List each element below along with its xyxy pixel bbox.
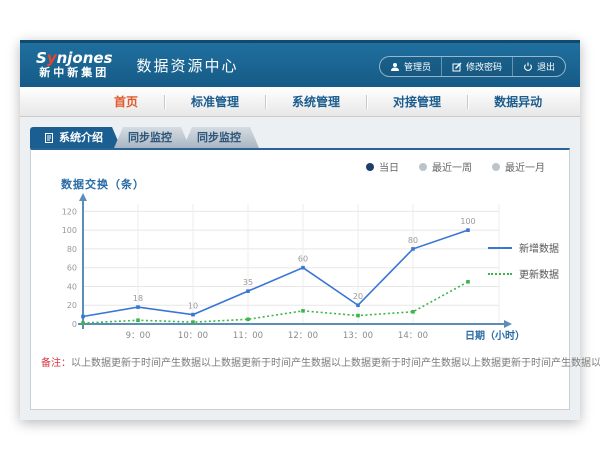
logo-english: Synjones — [36, 50, 113, 67]
company-logo: Synjones 新中新集团 — [36, 50, 113, 80]
nav-item-data-change[interactable]: 数据异动 — [468, 93, 568, 110]
user-menu: 管理员 修改密码 退出 — [379, 56, 566, 77]
svg-text:60: 60 — [67, 264, 77, 273]
svg-text:14：00: 14：00 — [398, 331, 428, 341]
change-password-label: 修改密码 — [466, 60, 502, 73]
main-nav: 首页 标准管理 系统管理 对接管理 数据异动 — [20, 87, 580, 117]
legend-item-new-data: 新增数据 — [488, 240, 559, 255]
svg-text:60: 60 — [298, 255, 308, 264]
svg-text:20: 20 — [353, 292, 363, 301]
blue-solid-line-icon — [488, 247, 512, 249]
chart-legend: 新增数据 更新数据 — [488, 240, 559, 292]
logout-label: 退出 — [537, 60, 555, 73]
user-icon — [390, 62, 400, 72]
svg-text:35: 35 — [243, 278, 253, 287]
filter-last-month[interactable]: 最近一月 — [492, 159, 545, 174]
filter-last-week[interactable]: 最近一周 — [419, 159, 472, 174]
app-header: Synjones 新中新集团 数据资源中心 管理员 修改密码 退出 — [20, 40, 580, 87]
svg-text:20: 20 — [67, 301, 77, 310]
svg-text:80: 80 — [67, 245, 77, 254]
svg-text:40: 40 — [67, 282, 77, 291]
radio-dot-icon — [492, 163, 500, 171]
chart-canvas: 0 20 40 60 80 100 120 9：00 10：00 11：00 12：00 13：00 1… — [47, 192, 529, 362]
tab-sync-monitor-2[interactable]: 同步监控 — [183, 127, 259, 148]
svg-text:120: 120 — [62, 207, 77, 216]
power-icon — [523, 62, 533, 72]
nav-item-home[interactable]: 首页 — [88, 93, 164, 110]
filter-label: 当日 — [379, 159, 399, 174]
nav-item-system-management[interactable]: 系统管理 — [266, 93, 366, 110]
svg-text:80: 80 — [408, 236, 418, 245]
filter-today[interactable]: 当日 — [366, 159, 399, 174]
svg-text:10：00: 10：00 — [178, 331, 208, 341]
svg-text:18: 18 — [133, 294, 143, 303]
filter-label: 最近一月 — [505, 159, 545, 174]
app-window: Synjones 新中新集团 数据资源中心 管理员 修改密码 退出 首页 标准管… — [20, 40, 580, 420]
svg-text:10: 10 — [188, 302, 198, 311]
time-range-filters: 当日 最近一周 最近一月 — [366, 159, 545, 174]
tab-label: 系统介绍 — [59, 127, 103, 148]
legend-label: 新增数据 — [519, 240, 559, 255]
svg-text:100: 100 — [62, 226, 77, 235]
footnote-prefix: 备注： — [41, 358, 71, 369]
svg-text:13：00: 13：00 — [343, 331, 373, 341]
filter-label: 最近一周 — [432, 159, 472, 174]
tab-sync-monitor-1[interactable]: 同步监控 — [114, 127, 190, 148]
y-axis-title: 数据交换（条） — [61, 176, 145, 192]
user-label: 管理员 — [404, 60, 431, 73]
svg-text:100: 100 — [460, 217, 475, 226]
tab-bar: 系统介绍 同步监控 同步监控 — [30, 127, 580, 148]
svg-text:0: 0 — [72, 320, 77, 329]
document-icon — [44, 133, 54, 143]
edit-icon — [452, 62, 462, 72]
radio-dot-icon — [419, 163, 427, 171]
admin-user-button[interactable]: 管理员 — [380, 57, 441, 76]
footnote: 备注：以上数据更新于时间产生数据以上数据更新于时间产生数据以上数据更新于时间产生… — [41, 354, 559, 369]
change-password-button[interactable]: 修改密码 — [441, 57, 512, 76]
tab-label: 同步监控 — [197, 127, 241, 148]
svg-text:11：00: 11：00 — [233, 331, 263, 341]
legend-item-updated-data: 更新数据 — [488, 266, 559, 281]
logout-button[interactable]: 退出 — [512, 57, 565, 76]
tab-system-intro[interactable]: 系统介绍 — [30, 127, 121, 148]
tab-label: 同步监控 — [128, 127, 172, 148]
green-dotted-line-icon — [488, 273, 512, 275]
line-chart: 0 20 40 60 80 100 120 9：00 10：00 11：00 12：00 13：00 1… — [47, 192, 529, 366]
svg-text:日期（小时）: 日期（小时） — [465, 329, 525, 342]
page-title: 数据资源中心 — [137, 55, 239, 76]
logo-chinese: 新中新集团 — [36, 67, 113, 80]
legend-label: 更新数据 — [519, 266, 559, 281]
svg-text:9：00: 9：00 — [126, 331, 151, 341]
chart-panel: 当日 最近一周 最近一月 数据交换（条） 0 20 40 60 80 100 120 9：00… — [30, 148, 570, 410]
footnote-text: 以上数据更新于时间产生数据以上数据更新于时间产生数据以上数据更新于时间产生数据以… — [71, 358, 600, 369]
nav-item-interface-management[interactable]: 对接管理 — [367, 93, 467, 110]
radio-dot-icon — [366, 163, 374, 171]
svg-text:12：00: 12：00 — [288, 331, 318, 341]
nav-item-standard-management[interactable]: 标准管理 — [165, 93, 265, 110]
